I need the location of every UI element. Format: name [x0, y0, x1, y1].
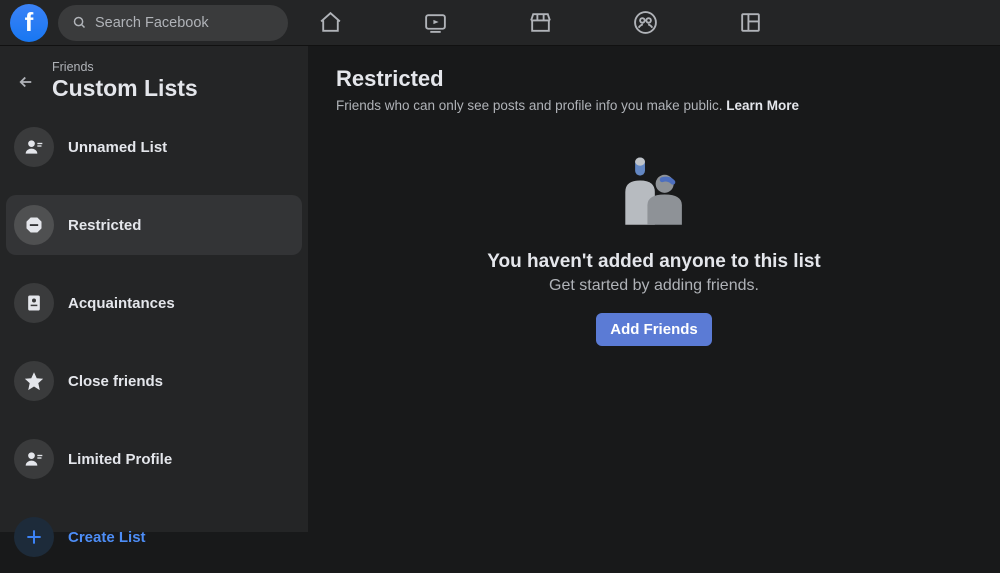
- create-list-button[interactable]: Create List: [6, 507, 302, 567]
- top-nav: f Search Facebook: [0, 0, 1000, 46]
- sidebar-item-label: Close friends: [68, 373, 163, 390]
- sidebar-item-limited-profile[interactable]: Limited Profile: [6, 429, 302, 489]
- watch-icon[interactable]: [415, 3, 455, 43]
- empty-subtitle: Get started by adding friends.: [549, 277, 759, 295]
- sidebar: Friends Custom Lists Unnamed List Restri…: [0, 46, 308, 532]
- person-list-icon: [14, 127, 54, 167]
- back-button[interactable]: [12, 68, 40, 96]
- search-placeholder: Search Facebook: [95, 15, 209, 31]
- sidebar-item-close-friends[interactable]: Close friends: [6, 351, 302, 411]
- search-icon: [72, 15, 87, 30]
- create-list-label: Create List: [68, 529, 146, 546]
- sidebar-item-acquaintances[interactable]: Acquaintances: [6, 273, 302, 333]
- facebook-logo[interactable]: f: [10, 4, 48, 42]
- star-icon: [14, 361, 54, 401]
- gaming-icon[interactable]: [730, 3, 770, 43]
- plus-icon: [14, 517, 54, 557]
- person-list-icon: [14, 439, 54, 479]
- marketplace-icon[interactable]: [520, 3, 560, 43]
- sidebar-item-label: Restricted: [68, 217, 141, 234]
- empty-state: You haven't added anyone to this list Ge…: [336, 151, 972, 512]
- search-input[interactable]: Search Facebook: [58, 5, 288, 41]
- page-title: Restricted: [336, 66, 972, 92]
- sidebar-item-label: Acquaintances: [68, 295, 175, 312]
- sidebar-item-unnamed-list[interactable]: Unnamed List: [6, 117, 302, 177]
- sidebar-item-label: Limited Profile: [68, 451, 172, 468]
- add-friends-button[interactable]: Add Friends: [596, 313, 712, 346]
- breadcrumb[interactable]: Friends: [52, 60, 198, 74]
- sidebar-item-label: Unnamed List: [68, 139, 167, 156]
- groups-icon[interactable]: [625, 3, 665, 43]
- sidebar-item-restricted[interactable]: Restricted: [6, 195, 302, 255]
- badge-icon: [14, 283, 54, 323]
- page-subtitle: Friends who can only see posts and profi…: [336, 98, 972, 113]
- empty-people-icon: [613, 151, 695, 233]
- stop-icon: [14, 205, 54, 245]
- learn-more-link[interactable]: Learn More: [726, 98, 799, 113]
- empty-title: You haven't added anyone to this list: [487, 251, 821, 273]
- main-content: Restricted Friends who can only see post…: [308, 46, 1000, 532]
- sidebar-title: Custom Lists: [52, 75, 198, 101]
- home-icon[interactable]: [310, 3, 350, 43]
- nav-tabs: [310, 0, 770, 45]
- arrow-left-icon: [17, 73, 35, 91]
